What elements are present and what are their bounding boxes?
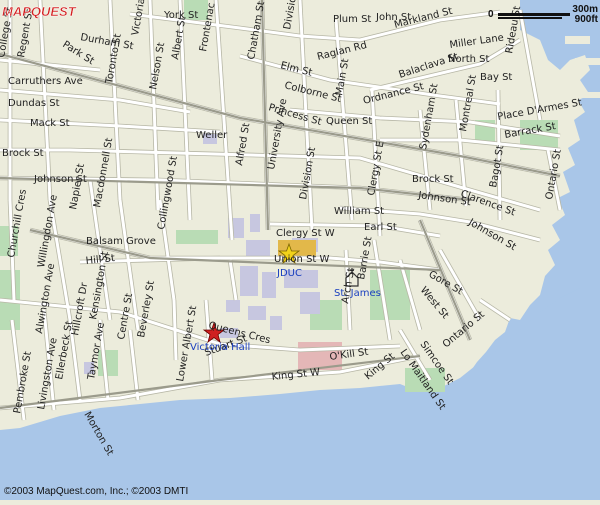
mapquest-logo: MAPQUEST [2,2,102,27]
scale-bar-metric [498,13,570,16]
st-james-label: St. James [334,288,381,299]
street-label: Brock St [412,174,454,185]
street-label: Carruthers Ave [8,76,83,87]
street-label: Weller [196,130,228,141]
street-label: Bay St [480,72,512,83]
street-label: North St [448,54,489,65]
street-label: Brock St [2,148,44,159]
street-label: Earl St [364,222,397,233]
street-label: Dundas St [8,98,60,109]
street-label: Queen St [326,116,372,127]
scale-zero: 0 [488,9,494,20]
scale-imperial-label: 900ft [575,14,598,25]
street-label: Clergy St W [276,228,335,239]
copyright-notice: ©2003 MapQuest.com, Inc.; ©2003 DMTI [4,486,188,497]
logo-text: MAPQUEST [2,4,77,19]
street-label: Plum St [333,14,371,25]
street-label: William St [334,206,384,217]
scale-bar-imperial [498,17,562,19]
street-label: Mack St [30,118,70,129]
street-label: Balsam Grove [86,236,156,247]
street-label: Union St W [274,254,330,265]
jduc-label: JDUC [276,268,302,279]
map-canvas[interactable]: York StPlum StJohn StMarkland StDurham S… [0,0,600,500]
victoria-hall-label: Victoria Hall [190,342,250,353]
map-scale: 0 300m 900ft [484,4,600,26]
